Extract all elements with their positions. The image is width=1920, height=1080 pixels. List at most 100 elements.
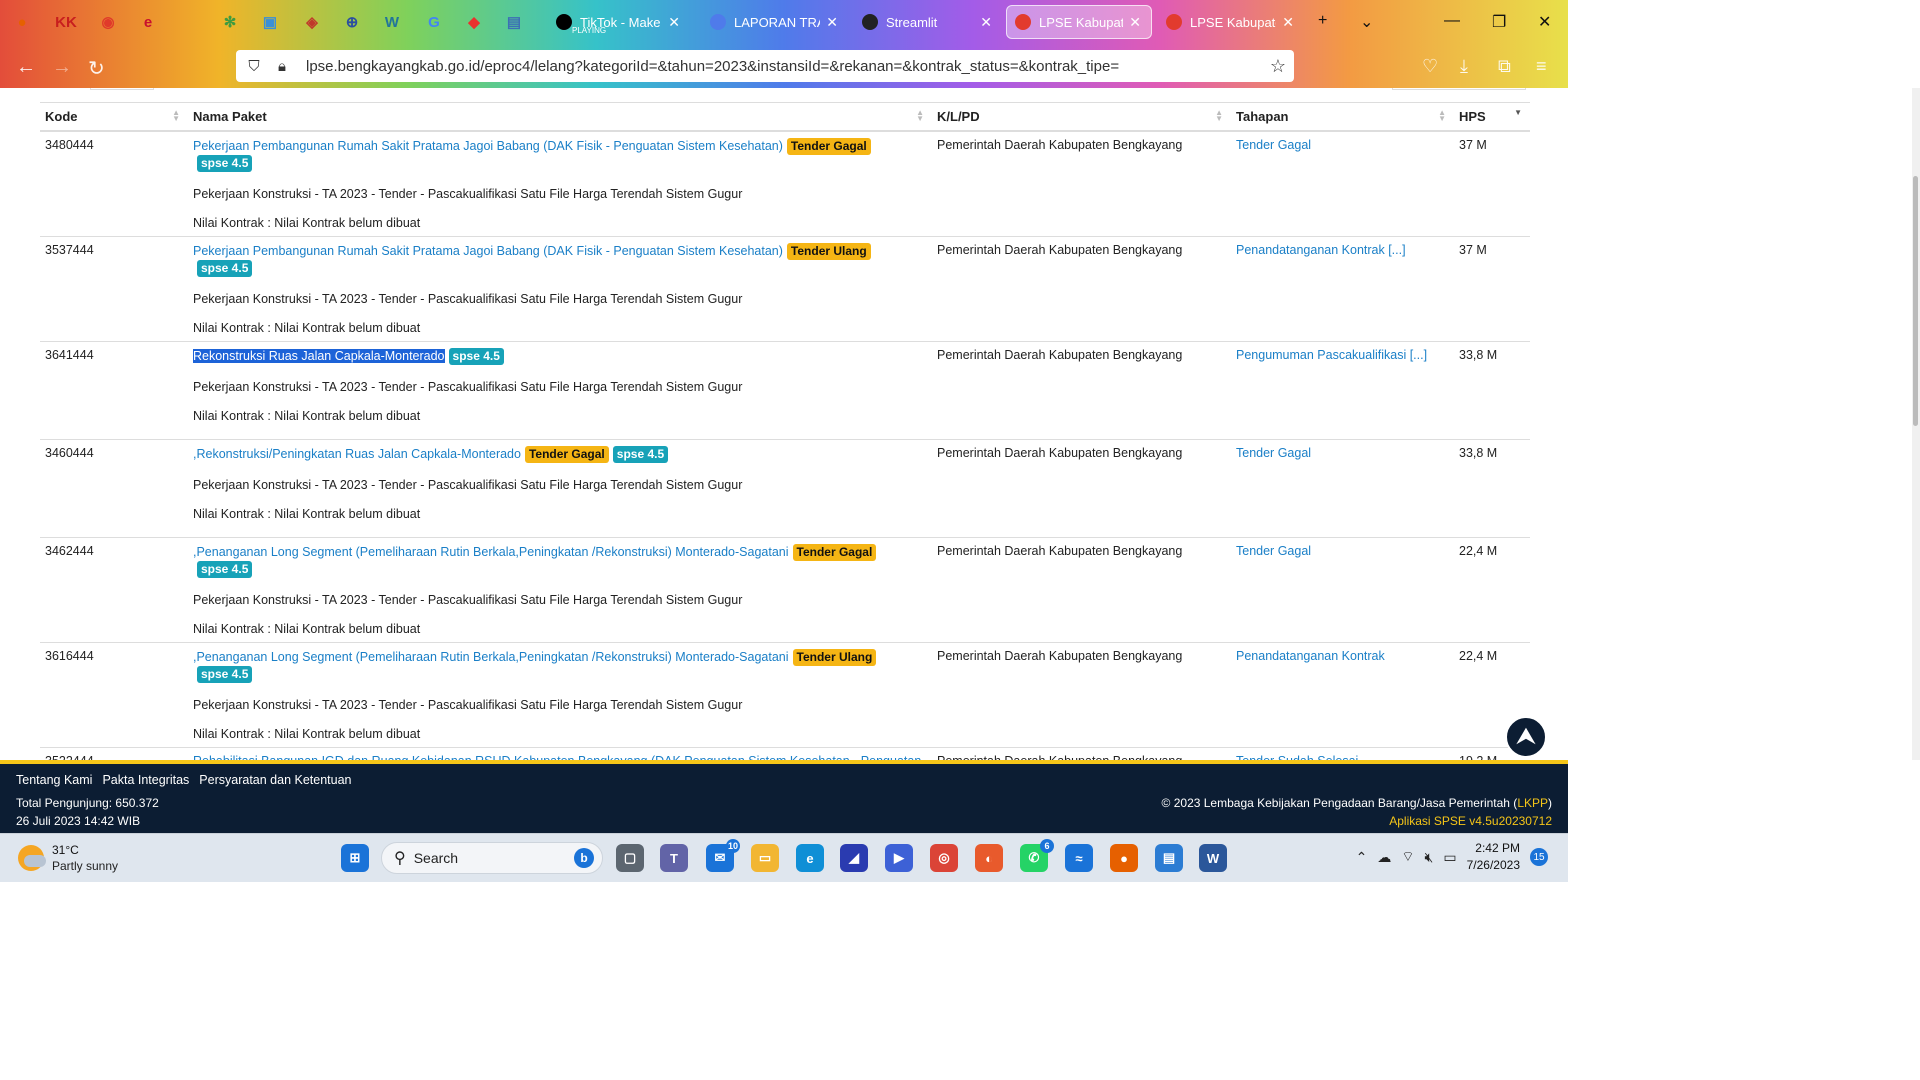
file-explorer-icon[interactable]: ▭ bbox=[751, 844, 779, 872]
document-icon[interactable]: ▤ bbox=[502, 10, 526, 34]
tahapan-link[interactable]: Tender Gagal bbox=[1236, 544, 1311, 558]
extensions-icon[interactable]: ⧉ bbox=[1498, 56, 1511, 77]
volume-muted-icon[interactable]: 🔇︎ bbox=[1425, 849, 1434, 866]
app-red-icon[interactable]: ◐ bbox=[975, 844, 1003, 872]
reload-icon[interactable]: ↻ bbox=[88, 56, 105, 81]
media-player-icon[interactable]: ▶ bbox=[885, 844, 913, 872]
sort-icon[interactable]: ▲ ▼ bbox=[916, 109, 924, 123]
header-nama-paket[interactable]: Nama Paket ▲ ▼ bbox=[188, 102, 932, 132]
browser-tab[interactable]: LPSE Kabupaten ✕ bbox=[1006, 5, 1152, 39]
url-text[interactable]: lpse.bengkayangkab.go.id/eproc4/lelang?k… bbox=[306, 58, 1119, 75]
weather-widget[interactable]: 31°C Partly sunny bbox=[18, 842, 118, 874]
package-link[interactable]: ,Penanganan Long Segment (Pemeliharaan R… bbox=[193, 650, 789, 664]
scroll-to-top-button[interactable]: ⮝ bbox=[1505, 716, 1547, 758]
downloads-icon[interactable]: ⤓ bbox=[1460, 56, 1468, 77]
wordpress-icon[interactable]: W bbox=[380, 10, 404, 34]
lock-icon[interactable]: 🔒︎ bbox=[272, 58, 292, 75]
page-scrollbar[interactable] bbox=[1912, 88, 1920, 760]
header-tahapan[interactable]: Tahapan ▲ ▼ bbox=[1231, 102, 1454, 132]
package-title-line: ,Penanganan Long Segment (Pemeliharaan R… bbox=[193, 649, 927, 683]
taskbar-search[interactable]: ⚲ Search b bbox=[381, 842, 603, 874]
wifi-app-icon[interactable]: ◉ bbox=[96, 10, 120, 34]
kk-icon[interactable]: KK bbox=[54, 10, 78, 34]
sort-desc-icon[interactable]: ▼ bbox=[1514, 109, 1522, 117]
edge-legacy-icon[interactable]: e bbox=[136, 10, 160, 34]
footer-link-tentang-kami[interactable]: Tentang Kami bbox=[16, 773, 92, 787]
firefox-icon[interactable]: ● bbox=[10, 10, 34, 34]
forward-icon[interactable]: → bbox=[52, 56, 72, 79]
tab-list-chevron-icon[interactable]: ⌄ bbox=[1360, 12, 1373, 32]
close-tab-icon[interactable]: ✕ bbox=[1129, 14, 1141, 31]
edge-icon[interactable]: e bbox=[796, 844, 824, 872]
sort-icon[interactable]: ▲ ▼ bbox=[172, 109, 180, 123]
notification-badge[interactable]: 15 bbox=[1530, 848, 1548, 866]
close-tab-icon[interactable]: ✕ bbox=[668, 14, 680, 31]
package-link[interactable]: Pekerjaan Pembangunan Rumah Sakit Pratam… bbox=[193, 244, 783, 258]
bookmark-star-icon[interactable]: ☆ bbox=[1270, 56, 1286, 77]
sort-icon[interactable]: ▲ ▼ bbox=[1438, 109, 1446, 123]
scrollbar-thumb[interactable] bbox=[1913, 176, 1918, 426]
footer-link-persyaratan[interactable]: Persyaratan dan Ketentuan bbox=[199, 773, 351, 787]
package-link[interactable]: ,Penanganan Long Segment (Pemeliharaan R… bbox=[193, 545, 789, 559]
header-kode[interactable]: Kode ▲ ▼ bbox=[40, 102, 188, 132]
search-placeholder: Search bbox=[413, 850, 459, 866]
back-icon[interactable]: ← bbox=[16, 56, 36, 79]
menu-icon[interactable]: ≡ bbox=[1536, 56, 1547, 77]
messenger-icon[interactable]: ≈ bbox=[1065, 844, 1093, 872]
tahapan-link[interactable]: Tender Gagal bbox=[1236, 138, 1311, 152]
klpd-cell: Pemerintah Daerah Kabupaten Bengkayang bbox=[932, 439, 1231, 538]
system-tray: ⌃ ☁ ⌔ 🔇︎ ▭ 2:42 PM 7/26/2023 15 bbox=[1356, 840, 1548, 874]
tahapan-link[interactable]: Penandatanganan Kontrak bbox=[1236, 649, 1385, 663]
pocket-icon[interactable]: ♡ bbox=[1422, 56, 1438, 77]
mail-icon[interactable]: ✉ 10 bbox=[706, 839, 740, 872]
notepad-icon[interactable]: ▤ bbox=[1155, 844, 1183, 872]
teams-icon[interactable]: T bbox=[660, 844, 688, 872]
tahapan-link[interactable]: Pengumuman Pascakualifikasi [...] bbox=[1236, 348, 1427, 362]
tahapan-link[interactable]: Penandatanganan Kontrak [...] bbox=[1236, 243, 1406, 257]
package-title-line: Rekonstruksi Ruas Jalan Capkala-Monterad… bbox=[193, 348, 927, 365]
close-tab-icon[interactable]: ✕ bbox=[826, 14, 838, 31]
flag-icon[interactable]: ◈ bbox=[300, 10, 324, 34]
restore-icon[interactable]: ❐ bbox=[1492, 12, 1506, 32]
monitor-icon[interactable]: ▣ bbox=[258, 10, 282, 34]
browser-tab[interactable]: LPSE Kabupaten ✕ bbox=[1158, 5, 1304, 39]
plant-icon[interactable]: ✻ bbox=[218, 10, 242, 34]
clock[interactable]: 2:42 PM 7/26/2023 bbox=[1467, 840, 1520, 874]
chrome-icon[interactable]: ◎ bbox=[930, 844, 958, 872]
browser-tab[interactable]: TikTok - Make YoPLAYING✕ bbox=[548, 5, 690, 39]
globe-icon[interactable]: ⊕ bbox=[340, 10, 364, 34]
cloud-icon[interactable]: ☁ bbox=[1377, 849, 1391, 866]
minimize-icon[interactable]: — bbox=[1444, 12, 1460, 30]
close-window-icon[interactable]: ✕ bbox=[1538, 12, 1551, 32]
header-hps[interactable]: HPS ▼ bbox=[1454, 102, 1530, 132]
address-bar[interactable]: ⛉ 🔒︎ lpse.bengkayangkab.go.id/eproc4/lel… bbox=[236, 50, 1294, 82]
package-link[interactable]: ,Rekonstruksi/Peningkatan Ruas Jalan Cap… bbox=[193, 447, 521, 461]
start-windows-icon[interactable]: ⊞ bbox=[341, 844, 369, 872]
browser-tab[interactable]: Streamlit ✕ bbox=[854, 5, 1002, 39]
tahapan-link[interactable]: Tender Gagal bbox=[1236, 446, 1311, 460]
tahapan-cell: Tender Gagal bbox=[1231, 439, 1454, 538]
firefox-taskbar-icon[interactable]: ● bbox=[1110, 844, 1138, 872]
google-icon[interactable]: G bbox=[422, 10, 446, 34]
vector-app-icon[interactable]: ◢ bbox=[840, 844, 868, 872]
browser-tab[interactable]: LAPORAN TRAN ✕ bbox=[702, 5, 848, 39]
header-klpd[interactable]: K/L/PD ▲ ▼ bbox=[932, 102, 1231, 132]
package-link[interactable]: Pekerjaan Pembangunan Rumah Sakit Pratam… bbox=[193, 139, 783, 153]
lkpp-link[interactable]: LKPP bbox=[1517, 796, 1548, 810]
diamond-icon[interactable]: ◆ bbox=[462, 10, 486, 34]
chevron-up-tray-icon[interactable]: ⌃ bbox=[1356, 849, 1368, 866]
close-tab-icon[interactable]: ✕ bbox=[980, 14, 992, 31]
sort-icon[interactable]: ▲ ▼ bbox=[1215, 109, 1223, 123]
shield-icon[interactable]: ⛉ bbox=[244, 58, 264, 75]
close-tab-icon[interactable]: ✕ bbox=[1282, 14, 1294, 31]
wifi-icon[interactable]: ⌔ bbox=[1401, 848, 1414, 866]
battery-icon[interactable]: ▭ bbox=[1443, 849, 1456, 866]
word-icon[interactable]: W bbox=[1199, 844, 1227, 872]
whatsapp-icon[interactable]: ✆ 6 bbox=[1020, 839, 1054, 872]
new-tab-icon[interactable]: + bbox=[1318, 12, 1327, 30]
package-link[interactable]: Rekonstruksi Ruas Jalan Capkala-Monterad… bbox=[193, 349, 445, 363]
bing-icon[interactable]: b bbox=[574, 848, 594, 868]
task-view-icon[interactable]: ▢ bbox=[616, 844, 644, 872]
tahapan-cell: Penandatanganan Kontrak [...] bbox=[1231, 236, 1454, 342]
footer-link-pakta-integritas[interactable]: Pakta Integritas bbox=[102, 773, 189, 787]
